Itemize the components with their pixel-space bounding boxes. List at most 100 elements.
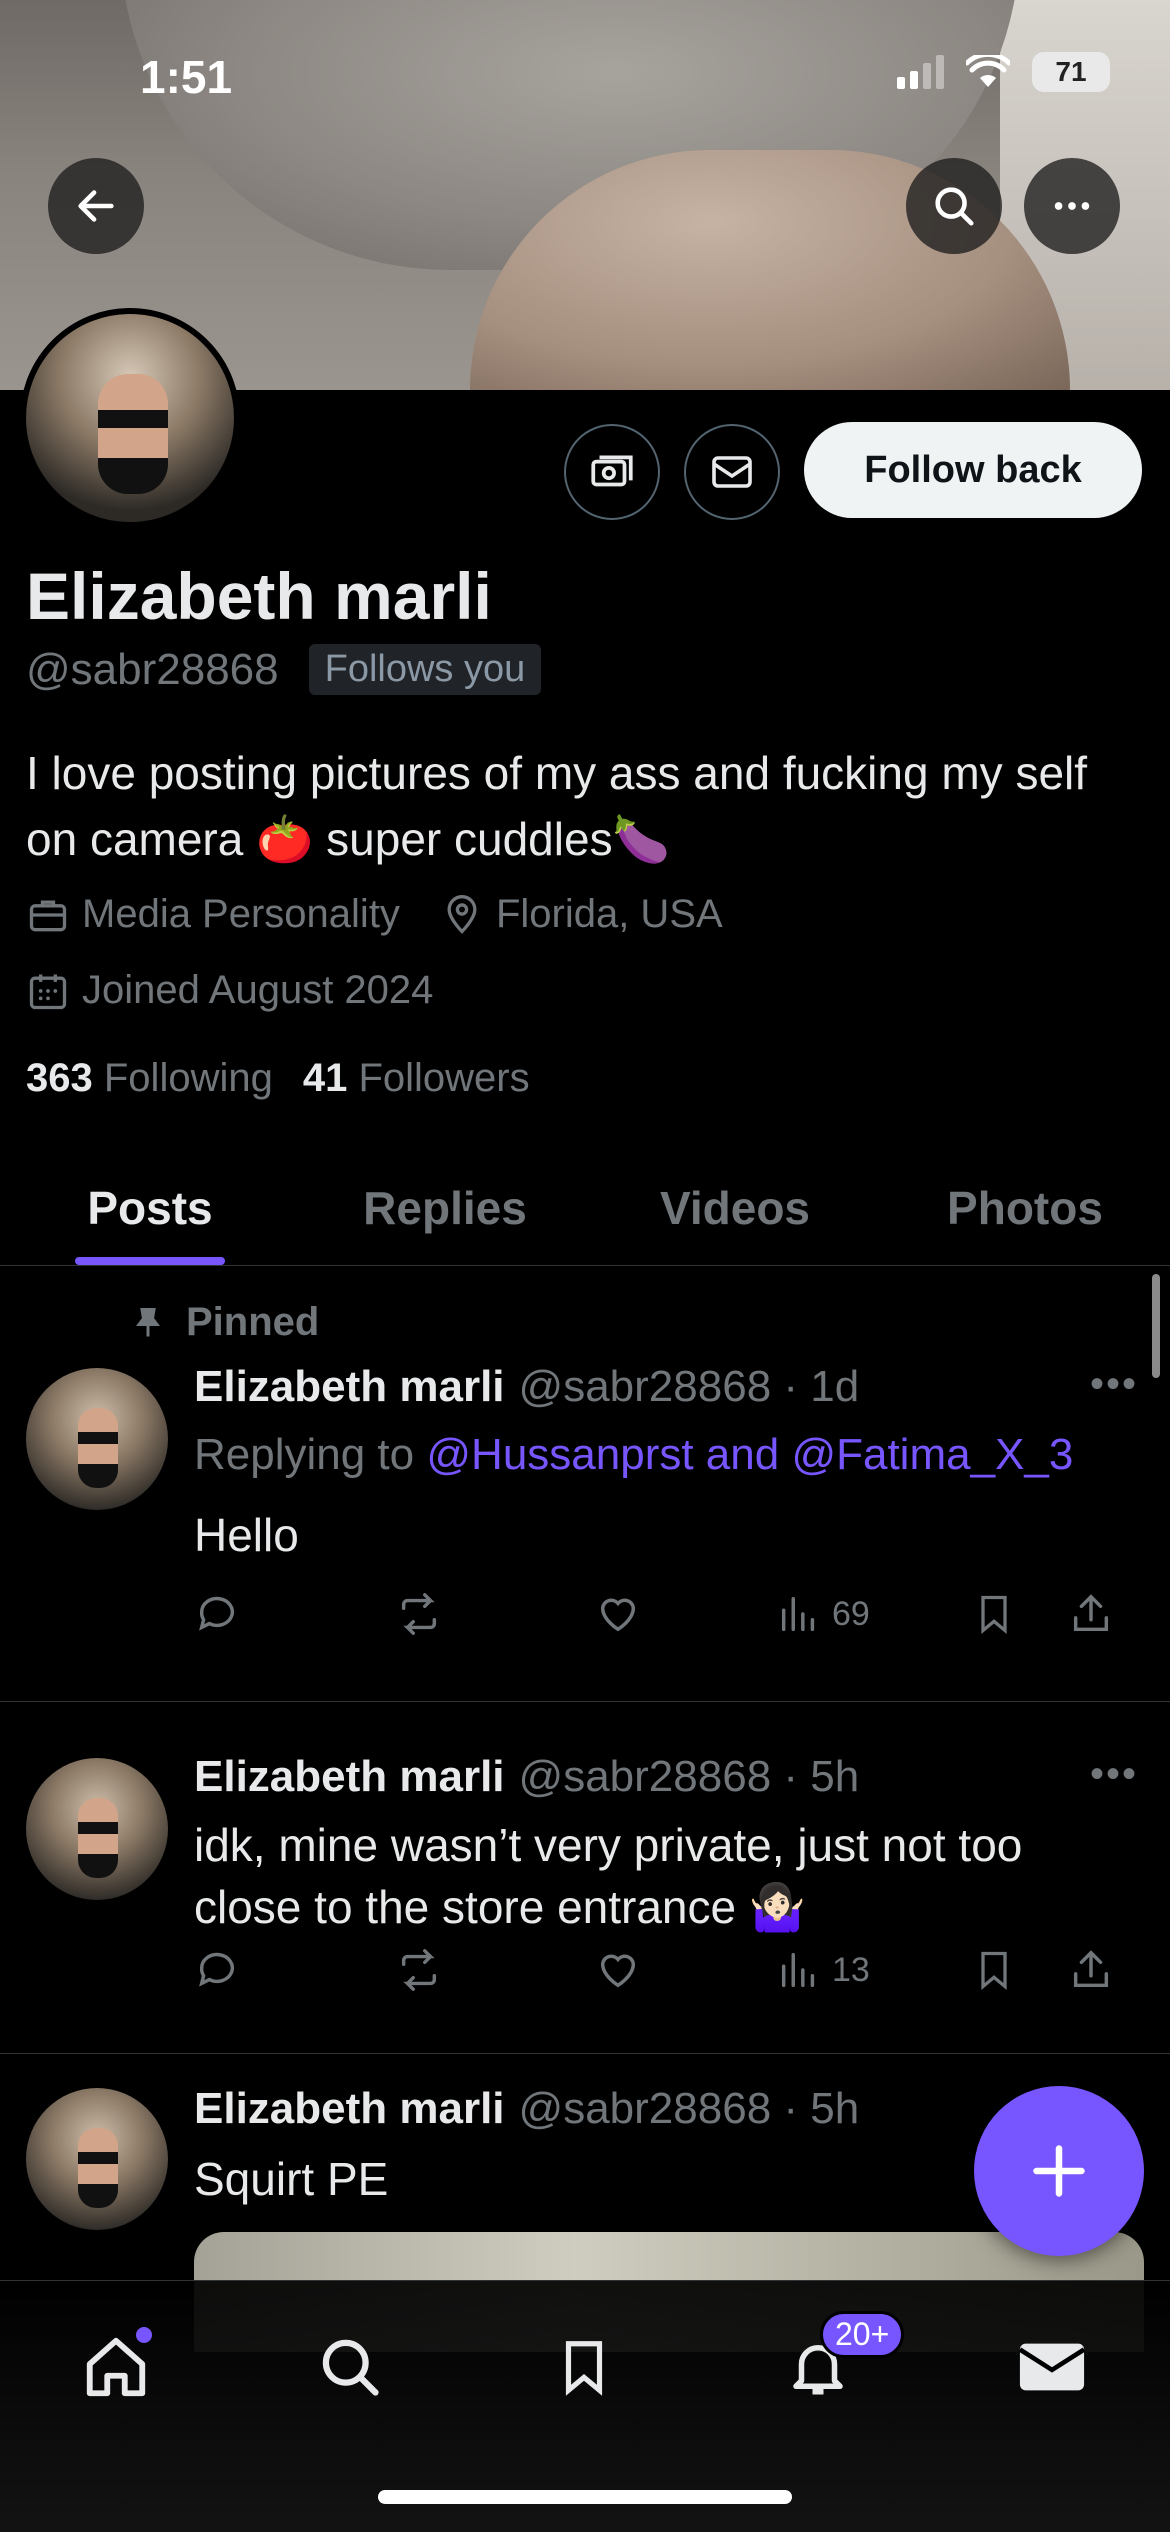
message-button[interactable] (684, 424, 780, 520)
follow-back-button[interactable]: Follow back (804, 422, 1142, 518)
envelope-icon (1018, 2343, 1086, 2391)
tab-videos[interactable]: Videos (590, 1150, 880, 1265)
profile-name: Elizabeth marli (26, 559, 492, 633)
followers-label: Followers (358, 1056, 530, 1100)
tab-replies[interactable]: Replies (300, 1150, 590, 1265)
post-text: Hello (194, 1509, 299, 1561)
share-button[interactable] (1068, 1946, 1114, 1994)
compose-post-button[interactable] (974, 2086, 1144, 2256)
following-count: 363 (26, 1056, 93, 1100)
replying-prefix: Replying to (194, 1430, 415, 1479)
wifi-icon (966, 55, 1010, 87)
heart-icon (600, 1598, 636, 1632)
share-button[interactable] (1068, 1590, 1114, 1638)
reply-icon (199, 1952, 235, 1987)
followers-link[interactable]: 41 Followers (303, 1056, 530, 1101)
arrow-left-icon (78, 190, 114, 222)
post-avatar[interactable] (26, 1758, 168, 1900)
share-icon (1073, 1950, 1109, 1988)
plus-icon (1033, 2145, 1085, 2197)
following-link[interactable]: 363 Following (26, 1056, 273, 1101)
more-options-button[interactable] (1024, 158, 1120, 254)
nav-home[interactable] (66, 2317, 166, 2417)
post-author-name[interactable]: Elizabeth marli (194, 1362, 505, 1412)
bookmark-icon (981, 1595, 1007, 1635)
post-avatar[interactable] (26, 2088, 168, 2230)
search-button[interactable] (906, 158, 1002, 254)
profile-bio: I love posting pictures of my ass and fu… (26, 747, 1088, 865)
nav-bookmarks[interactable] (534, 2317, 634, 2417)
follow-counts: 363 Following 41 Followers (26, 1056, 530, 1101)
profile-avatar[interactable] (20, 308, 240, 528)
share-icon (1073, 1594, 1109, 1632)
battery-indicator: 71 (1032, 52, 1110, 92)
home-notification-dot (136, 2327, 152, 2343)
back-button[interactable] (48, 158, 144, 254)
money-icon (591, 455, 633, 487)
bookmark-button[interactable] (972, 1946, 1068, 1994)
post-header: Elizabeth marli @sabr28868 · 5h (194, 2084, 859, 2134)
repost-icon (401, 1949, 437, 1991)
bookmark-icon (565, 2341, 603, 2396)
post[interactable]: Elizabeth marli @sabr28868 · 5h ••• idk,… (0, 1702, 1170, 2054)
joined-text: Joined August 2024 (82, 968, 434, 1012)
repost-button[interactable] (394, 1947, 594, 1993)
status-icons: 71 (897, 52, 1110, 92)
briefcase-icon (29, 900, 67, 931)
nav-search[interactable] (300, 2317, 400, 2417)
post-header: Elizabeth marli @sabr28868 · 5h (194, 1752, 859, 1802)
views-chart-icon (781, 1596, 815, 1632)
cellular-signal-icon (897, 55, 944, 89)
category-item: Media Personality (26, 892, 400, 937)
post[interactable]: Elizabeth marli @sabr28868 · 1d ••• Repl… (0, 1268, 1170, 1702)
post-handle-time: @sabr28868 · 5h (518, 2084, 860, 2133)
follows-you-badge: Follows you (308, 644, 542, 695)
views-count: 13 (832, 1950, 870, 1989)
post-more-button[interactable]: ••• (1090, 1362, 1138, 1407)
reply-button[interactable] (194, 1591, 394, 1637)
bookmark-icon (981, 1951, 1007, 1991)
replying-to: Replying to @Hussanprst and @Fatima_X_3 (194, 1430, 1073, 1480)
profile-tabs: Posts Replies Videos Photos (0, 1150, 1170, 1266)
post-more-button[interactable]: ••• (1090, 1752, 1138, 1797)
post-header: Elizabeth marli @sabr28868 · 1d (194, 1362, 859, 1412)
nav-notifications[interactable]: 20+ (768, 2311, 905, 2417)
status-time: 1:51 (140, 51, 233, 103)
post-author-name[interactable]: Elizabeth marli (194, 1752, 505, 1802)
views-button[interactable]: 69 (776, 1591, 972, 1637)
reply-icon (199, 1596, 235, 1631)
search-icon (322, 2339, 379, 2396)
bookmark-button[interactable] (972, 1590, 1068, 1638)
like-button[interactable] (594, 1591, 776, 1637)
repost-button[interactable] (394, 1591, 594, 1637)
reply-button[interactable] (194, 1947, 394, 1993)
nav-messages[interactable] (1002, 2317, 1102, 2417)
post-text: idk, mine wasn’t very private, just not … (194, 1819, 1023, 1933)
location-pin-icon (447, 894, 477, 934)
heart-icon (600, 1954, 636, 1988)
followers-count: 41 (302, 1056, 348, 1100)
like-button[interactable] (594, 1947, 776, 1993)
tab-posts[interactable]: Posts (0, 1150, 300, 1265)
views-button[interactable]: 13 (776, 1947, 972, 1993)
profile-meta: Media Personality Florida, USA (26, 892, 723, 937)
post-avatar[interactable] (26, 1368, 168, 1510)
more-horizontal-icon (1054, 202, 1090, 210)
replying-mentions[interactable]: @Hussanprst and @Fatima_X_3 (426, 1430, 1073, 1479)
home-indicator[interactable] (378, 2490, 792, 2504)
calendar-icon (29, 974, 67, 1009)
post-actions: 69 (194, 1590, 1134, 1638)
search-icon (935, 187, 974, 226)
notifications-badge: 20+ (820, 2311, 905, 2358)
post-handle-time: @sabr28868 · 5h (518, 1752, 860, 1801)
handle-row: @sabr28868 Follows you (26, 644, 542, 695)
tip-button[interactable] (564, 424, 660, 520)
views-chart-icon (781, 1952, 815, 1988)
location-item: Florida, USA (440, 892, 723, 937)
following-label: Following (103, 1056, 273, 1100)
location-text: Florida, USA (495, 892, 723, 936)
tab-photos[interactable]: Photos (880, 1150, 1170, 1265)
category-text: Media Personality (82, 892, 400, 936)
repost-icon (401, 1593, 437, 1635)
post-author-name[interactable]: Elizabeth marli (194, 2084, 505, 2134)
